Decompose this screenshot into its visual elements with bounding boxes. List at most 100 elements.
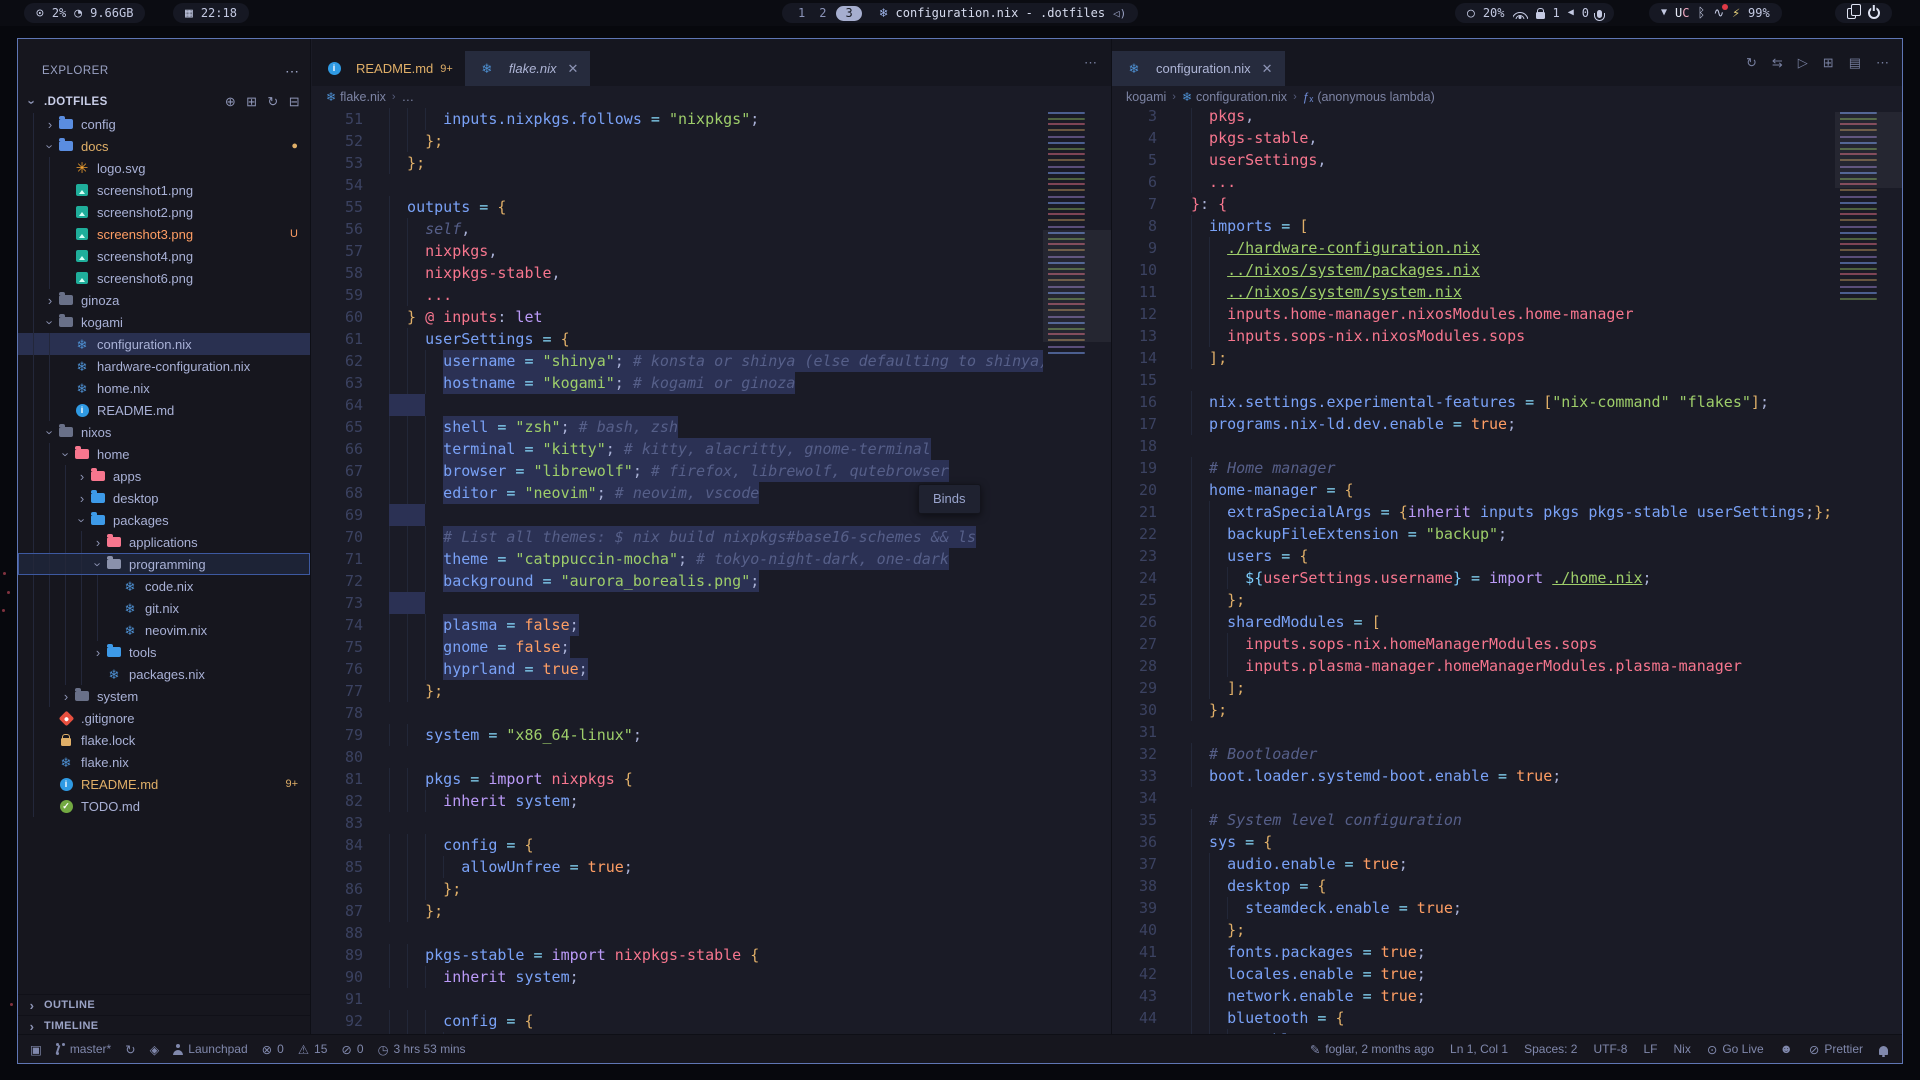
tab-flake-nix[interactable]: ❄flake.nix✕ (465, 51, 591, 86)
code-line[interactable]: 29]; (1112, 677, 1835, 699)
tab-readme-md[interactable]: iREADME.md9+ (312, 51, 465, 86)
code-line[interactable]: 8imports = [ (1112, 215, 1835, 237)
code-line[interactable]: 55outputs = { (312, 196, 1043, 218)
code-line[interactable]: 71theme = "catppuccin-mocha"; # tokyo-ni… (312, 548, 1043, 570)
more-actions-icon[interactable]: ⋯ (1084, 56, 1097, 69)
tree-item-git-nix[interactable]: ❄git.nix (18, 597, 310, 619)
code-line[interactable]: 72background = "aurora_borealis.png"; (312, 570, 1043, 592)
code-line[interactable]: 61userSettings = { (312, 328, 1043, 350)
code-line[interactable]: 16nix.settings.experimental-features = [… (1112, 391, 1835, 413)
code-line[interactable]: 77}; (312, 680, 1043, 702)
code-line[interactable]: 90inherit system; (312, 966, 1043, 988)
code-line[interactable]: 5userSettings, (1112, 149, 1835, 171)
code-line[interactable]: 13inputs.sops-nix.nixosModules.sops (1112, 325, 1835, 347)
layout-icon[interactable]: ▤ (1849, 56, 1861, 69)
explorer-root-row[interactable]: › .DOTFILES ⊕⊞↻⊟ (18, 91, 310, 113)
code-line[interactable]: 66terminal = "kitty"; # kitty, alacritty… (312, 438, 1043, 460)
code-line[interactable]: 38desktop = { (1112, 875, 1835, 897)
status-encoding[interactable]: UTF-8 (1593, 1042, 1627, 1056)
tree-item-code-nix[interactable]: ❄code.nix (18, 575, 310, 597)
tree-item-todo-md[interactable]: ✓TODO.md (18, 795, 310, 817)
code-line[interactable]: 37audio.enable = true; (1112, 853, 1835, 875)
code-line[interactable]: 15 (1112, 369, 1835, 391)
breadcrumb-item[interactable]: kogami (1126, 90, 1166, 104)
code-line[interactable]: 42locales.enable = true; (1112, 963, 1835, 985)
code-editor-configuration[interactable]: 3pkgs,4pkgs-stable,5userSettings,6...7}:… (1112, 108, 1835, 1036)
tree-item-readme-md[interactable]: iREADME.md9+ (18, 773, 310, 795)
status-warnings[interactable]: ⚠15 (298, 1042, 328, 1057)
tree-item-configuration-nix[interactable]: ❄configuration.nix (18, 333, 310, 355)
tree-item-applications[interactable]: ›applications (18, 531, 310, 553)
code-line[interactable]: 57nixpkgs, (312, 240, 1043, 262)
status-sync[interactable]: ↻ (125, 1042, 135, 1057)
code-line[interactable]: 67browser = "librewolf"; # firefox, libr… (312, 460, 1043, 482)
code-line[interactable]: 25}; (1112, 589, 1835, 611)
code-line[interactable]: 33boot.loader.systemd-boot.enable = true… (1112, 765, 1835, 787)
code-line[interactable]: 26sharedModules = [ (1112, 611, 1835, 633)
status-copilot[interactable]: ☻ (1780, 1042, 1793, 1056)
code-line[interactable]: 40}; (1112, 919, 1835, 941)
tree-item-logo-svg[interactable]: ✳logo.svg (18, 157, 310, 179)
code-line[interactable]: 17programs.nix-ld.dev.enable = true; (1112, 413, 1835, 435)
code-line[interactable]: 30}; (1112, 699, 1835, 721)
code-line[interactable]: 21extraSpecialArgs = {inherit inputs pkg… (1112, 501, 1835, 523)
tree-item-screenshot3-png[interactable]: screenshot3.pngU (18, 223, 310, 245)
code-line[interactable]: 4pkgs-stable, (1112, 127, 1835, 149)
status-git-branch[interactable]: master* (56, 1042, 111, 1056)
code-line[interactable]: 92config = { (312, 1010, 1043, 1032)
close-icon[interactable]: ✕ (1262, 61, 1273, 77)
code-line[interactable]: 20home-manager = { (1112, 479, 1835, 501)
tray-status-pill[interactable]: ○ 20% 1 ◀ 0 (1455, 3, 1614, 23)
system-monitor-pill[interactable]: ⊙ 2% ◔ 9.66GB (24, 3, 145, 23)
minimap-right[interactable] (1835, 108, 1903, 1036)
tree-item-system[interactable]: ›system (18, 685, 310, 707)
code-line[interactable]: 14]; (1112, 347, 1835, 369)
code-line[interactable]: 18 (1112, 435, 1835, 457)
code-line[interactable]: 60} @ inputs: let (312, 306, 1043, 328)
status-launchpad[interactable]: Launchpad (173, 1042, 247, 1056)
breadcrumb-item[interactable]: flake.nix (340, 90, 386, 104)
code-line[interactable]: 3pkgs, (1112, 108, 1835, 127)
tree-item-programming[interactable]: ›programming (18, 553, 310, 575)
code-line[interactable]: 83 (312, 812, 1043, 834)
breadcrumb-item[interactable]: (anonymous lambda) (1317, 90, 1434, 104)
code-line[interactable]: 73 (312, 592, 1043, 614)
status-filtered-problems[interactable]: ⊘0 (341, 1042, 363, 1057)
tree-item-screenshot6-png[interactable]: screenshot6.png (18, 267, 310, 289)
tray-actions-pill[interactable] (1835, 3, 1892, 23)
tree-item-hardware-configuration-nix[interactable]: ❄hardware-configuration.nix (18, 355, 310, 377)
code-line[interactable]: 6... (1112, 171, 1835, 193)
code-line[interactable]: 76hyprland = true; (312, 658, 1043, 680)
tree-item-nixos[interactable]: ›nixos (18, 421, 310, 443)
status-indentation[interactable]: Spaces: 2 (1524, 1042, 1577, 1056)
tree-item-packages[interactable]: ›packages (18, 509, 310, 531)
open-changes-icon[interactable]: ⇆ (1772, 56, 1783, 69)
split-editor-icon[interactable]: ⊞ (1823, 56, 1834, 69)
tree-item-screenshot2-png[interactable]: screenshot2.png (18, 201, 310, 223)
code-line[interactable]: 64 (312, 394, 1043, 416)
workspace-1[interactable]: 1 (794, 6, 809, 20)
code-line[interactable]: 34 (1112, 787, 1835, 809)
breadcrumb-item[interactable]: … (402, 90, 415, 104)
code-line[interactable]: 91 (312, 988, 1043, 1010)
status-errors[interactable]: ⊗0 (262, 1042, 284, 1057)
status-remote-indicator[interactable]: ▣ (30, 1042, 42, 1057)
code-line[interactable]: 53}; (312, 152, 1043, 174)
tree-item-config[interactable]: ›config (18, 113, 310, 135)
tree-item-flake-lock[interactable]: flake.lock (18, 729, 310, 751)
code-line[interactable]: 65shell = "zsh"; # bash, zsh (312, 416, 1043, 438)
code-line[interactable]: 22backupFileExtension = "backup"; (1112, 523, 1835, 545)
sync-icon[interactable]: ↻ (1746, 56, 1757, 69)
code-line[interactable]: 44bluetooth = { (1112, 1007, 1835, 1029)
code-line[interactable]: 70# List all themes: $ nix build nixpkgs… (312, 526, 1043, 548)
clock-pill[interactable]: ▦ 22:18 (173, 3, 249, 23)
tree-item-kogami[interactable]: ›kogami (18, 311, 310, 333)
status-git-blame[interactable]: ✎foglar, 2 months ago (1310, 1042, 1434, 1057)
status-prettier[interactable]: ⊘Prettier (1809, 1042, 1863, 1057)
status-wakatime[interactable]: ◷3 hrs 53 mins (378, 1042, 466, 1057)
explorer-more-actions-icon[interactable]: ⋯ (285, 59, 300, 83)
code-line[interactable]: 78 (312, 702, 1043, 724)
tree-item-desktop[interactable]: ›desktop (18, 487, 310, 509)
code-line[interactable]: 10../nixos/system/packages.nix (1112, 259, 1835, 281)
close-icon[interactable]: ✕ (568, 61, 579, 77)
